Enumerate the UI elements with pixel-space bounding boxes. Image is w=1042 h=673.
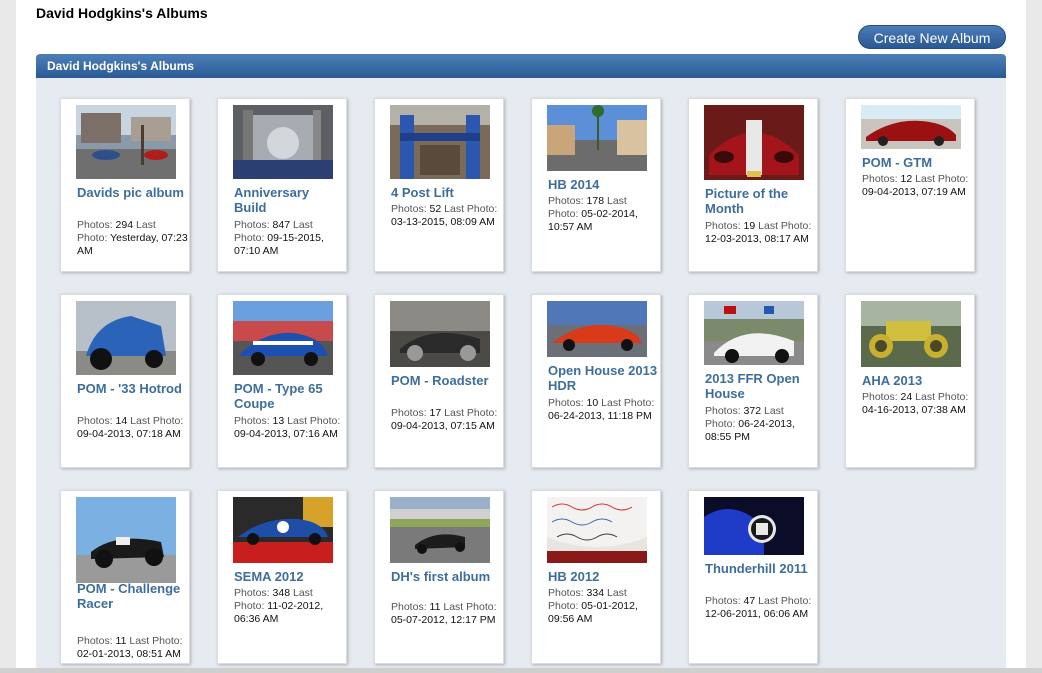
album-meta: Photos: 178 Last Photo: 05-02-2014, 10:5… bbox=[548, 195, 638, 233]
album-card: AHA 2013 Photos: 24 Last Photo: 04-16-20… bbox=[845, 294, 975, 468]
page-title: David Hodgkins's Albums bbox=[36, 5, 208, 21]
album-title-link[interactable]: Davids pic album bbox=[77, 185, 187, 200]
create-new-album-button[interactable]: Create New Album bbox=[858, 25, 1006, 49]
album-card: POM - '33 Hotrod Photos: 14 Last Photo: … bbox=[60, 294, 190, 468]
album-card: POM - GTM Photos: 12 Last Photo: 09-04-2… bbox=[845, 98, 975, 272]
album-meta: Photos: 13 Last Photo: 09-04-2013, 07:16… bbox=[234, 415, 341, 440]
album-thumbnail[interactable] bbox=[233, 301, 333, 375]
album-thumbnail[interactable] bbox=[547, 301, 647, 357]
album-title-link[interactable]: 4 Post Lift bbox=[391, 185, 501, 200]
album-card: Picture of the Month Photos: 19 Last Pho… bbox=[688, 98, 818, 272]
album-meta: Photos: 52 Last Photo: 03-13-2015, 08:09… bbox=[391, 203, 498, 228]
album-card: POM - Roadster Photos: 17 Last Photo: 09… bbox=[374, 294, 504, 468]
album-thumbnail[interactable] bbox=[704, 497, 804, 555]
album-thumbnail[interactable] bbox=[861, 301, 961, 367]
album-card: HB 2014 Photos: 178 Last Photo: 05-02-20… bbox=[531, 98, 661, 272]
album-thumbnail[interactable] bbox=[547, 497, 647, 563]
album-thumbnail[interactable] bbox=[233, 105, 333, 179]
album-thumbnail[interactable] bbox=[76, 301, 176, 375]
album-thumbnail[interactable] bbox=[861, 105, 961, 149]
album-title-link[interactable]: Anniversary Build bbox=[234, 185, 344, 215]
album-title-link[interactable]: AHA 2013 bbox=[862, 373, 972, 388]
album-thumbnail[interactable] bbox=[704, 105, 804, 180]
album-meta: Photos: 334 Last Photo: 05-01-2012, 09:5… bbox=[548, 587, 638, 625]
album-title-link[interactable]: Open House 2013 HDR bbox=[548, 363, 658, 393]
albums-panel-header: David Hodgkins's Albums bbox=[36, 54, 1006, 78]
album-card: 4 Post Lift Photos: 52 Last Photo: 03-13… bbox=[374, 98, 504, 272]
album-thumbnail[interactable] bbox=[547, 105, 647, 171]
album-meta: Photos: 11 Last Photo: 02-01-2013, 08:51… bbox=[77, 635, 183, 660]
album-meta: Photos: 47 Last Photo: 12-06-2011, 06:06… bbox=[705, 595, 812, 620]
album-card: Thunderhill 2011 Photos: 47 Last Photo: … bbox=[688, 490, 818, 664]
album-title-link[interactable]: Picture of the Month bbox=[705, 186, 815, 216]
album-title-link[interactable]: SEMA 2012 bbox=[234, 569, 344, 584]
album-meta: Photos: 19 Last Photo: 12-03-2013, 08:17… bbox=[705, 220, 812, 245]
album-title-link[interactable]: Thunderhill 2011 bbox=[705, 561, 815, 576]
album-title-link[interactable]: POM - Challenge Racer bbox=[77, 581, 187, 611]
window-bottom-edge bbox=[0, 668, 1042, 673]
album-thumbnail[interactable] bbox=[704, 301, 804, 365]
album-meta: Photos: 294 Last Photo: Yesterday, 07:23… bbox=[77, 219, 188, 257]
album-card: Open House 2013 HDR Photos: 10 Last Phot… bbox=[531, 294, 661, 468]
album-title-link[interactable]: HB 2014 bbox=[548, 177, 658, 192]
album-card: 2013 FFR Open House Photos: 372 Last Pho… bbox=[688, 294, 818, 468]
album-meta: Photos: 10 Last Photo: 06-24-2013, 11:18… bbox=[548, 397, 655, 422]
album-thumbnail[interactable] bbox=[390, 301, 490, 367]
album-title-link[interactable]: HB 2012 bbox=[548, 569, 658, 584]
album-card: Davids pic album Photos: 294 Last Photo:… bbox=[60, 98, 190, 272]
album-thumbnail[interactable] bbox=[76, 497, 176, 583]
album-title-link[interactable]: 2013 FFR Open House bbox=[705, 371, 815, 401]
album-title-link[interactable]: POM - Roadster bbox=[391, 373, 501, 388]
album-title-link[interactable]: POM - Type 65 Coupe bbox=[234, 381, 344, 411]
album-thumbnail[interactable] bbox=[76, 105, 176, 179]
album-meta: Photos: 14 Last Photo: 09-04-2013, 07:18… bbox=[77, 415, 184, 440]
album-card: DH's first album Photos: 11 Last Photo: … bbox=[374, 490, 504, 664]
album-card: POM - Type 65 Coupe Photos: 13 Last Phot… bbox=[217, 294, 347, 468]
albums-grid: Davids pic album Photos: 294 Last Photo:… bbox=[36, 78, 1006, 668]
album-thumbnail[interactable] bbox=[233, 497, 333, 563]
page-content: David Hodgkins's Albums Create New Album… bbox=[16, 0, 1026, 673]
album-card: Anniversary Build Photos: 847 Last Photo… bbox=[217, 98, 347, 272]
album-title-link[interactable]: POM - GTM bbox=[862, 155, 972, 170]
album-card: SEMA 2012 Photos: 348 Last Photo: 11-02-… bbox=[217, 490, 347, 664]
album-card: HB 2012 Photos: 334 Last Photo: 05-01-20… bbox=[531, 490, 661, 664]
album-title-link[interactable]: POM - '33 Hotrod bbox=[77, 381, 187, 396]
album-meta: Photos: 348 Last Photo: 11-02-2012, 06:3… bbox=[234, 587, 324, 625]
album-card: POM - Challenge Racer Photos: 11 Last Ph… bbox=[60, 490, 190, 664]
album-thumbnail[interactable] bbox=[390, 105, 490, 179]
album-thumbnail[interactable] bbox=[390, 497, 490, 563]
album-meta: Photos: 12 Last Photo: 09-04-2013, 07:19… bbox=[862, 173, 969, 198]
album-meta: Photos: 17 Last Photo: 09-04-2013, 07:15… bbox=[391, 407, 498, 432]
album-title-link[interactable]: DH's first album bbox=[391, 569, 501, 584]
album-meta: Photos: 24 Last Photo: 04-16-2013, 07:38… bbox=[862, 391, 969, 416]
album-meta: Photos: 372 Last Photo: 06-24-2013, 08:5… bbox=[705, 405, 795, 443]
album-meta: Photos: 11 Last Photo: 05-07-2012, 12:17… bbox=[391, 601, 497, 626]
album-meta: Photos: 847 Last Photo: 09-15-2015, 07:1… bbox=[234, 219, 324, 257]
